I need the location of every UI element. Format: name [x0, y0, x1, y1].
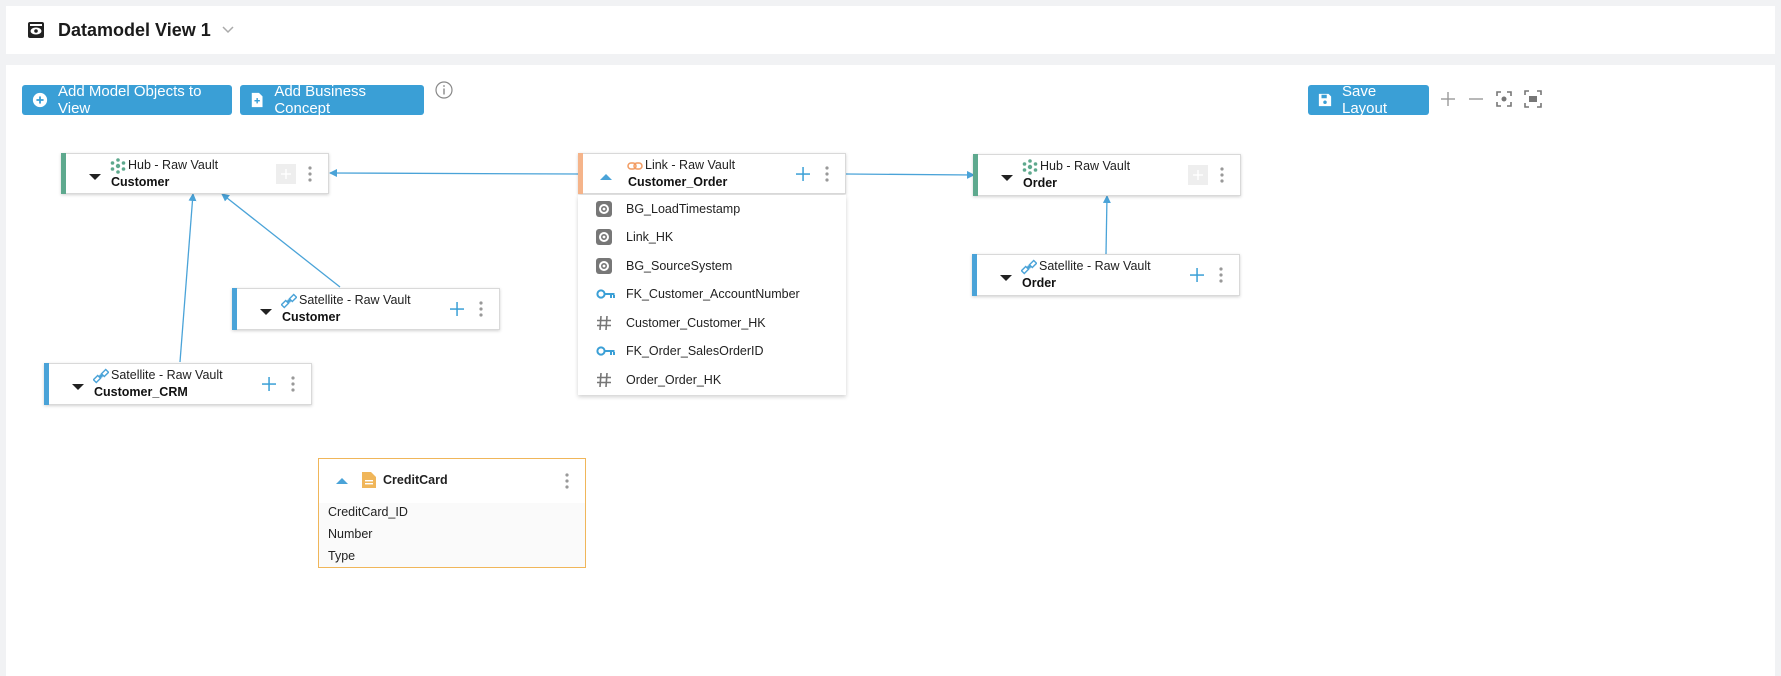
hash-icon — [597, 315, 611, 331]
more-options-icon[interactable] — [1218, 165, 1226, 185]
caret-up-icon[interactable] — [335, 477, 349, 485]
attribute-name: FK_Order_SalesOrderID — [626, 344, 764, 358]
satellite-icon — [1021, 259, 1037, 275]
node-type-label: Link - Raw Vault — [645, 158, 736, 172]
node-type-label: Hub - Raw Vault — [128, 158, 219, 172]
caret-down-icon[interactable] — [71, 383, 85, 391]
attribute-name: BG_LoadTimestamp — [626, 202, 741, 216]
hub-icon — [1022, 159, 1038, 175]
node-type-label: Hub - Raw Vault — [1040, 159, 1131, 173]
business-concept-creditcard[interactable]: CreditCard CreditCard_ID Number Type — [318, 458, 586, 568]
edge-sat-order-to-hub[interactable] — [1102, 195, 1111, 255]
node-name: Customer — [282, 310, 341, 324]
more-options-icon[interactable] — [289, 374, 297, 394]
node-name: Order — [1022, 276, 1057, 290]
node-type-bar — [973, 154, 978, 196]
node-name: Order — [1023, 176, 1058, 190]
node-type-bar — [972, 254, 977, 296]
add-attribute-button[interactable] — [793, 164, 813, 184]
node-satellite-customer-crm[interactable]: Satellite - Raw Vault Customer_CRM — [44, 363, 312, 405]
attribute-name[interactable]: Number — [328, 527, 372, 541]
more-options-icon[interactable] — [823, 164, 831, 184]
edge-link-to-hub-customer[interactable] — [329, 169, 579, 178]
gear-icon — [596, 201, 612, 217]
node-type-label: Satellite - Raw Vault — [299, 293, 411, 307]
edge-sat-customer-to-hub[interactable] — [221, 193, 341, 288]
attribute-name: Link_HK — [626, 230, 674, 244]
node-name: Customer — [111, 175, 170, 189]
caret-down-icon[interactable] — [999, 274, 1013, 282]
document-icon — [362, 472, 376, 488]
gear-icon — [596, 229, 612, 245]
add-attribute-button[interactable] — [259, 374, 279, 394]
node-name: Customer_CRM — [94, 385, 188, 399]
node-type-bar — [578, 153, 583, 194]
hub-icon — [110, 158, 126, 174]
more-options-icon[interactable] — [563, 471, 571, 491]
caret-down-icon[interactable] — [259, 308, 273, 316]
edge-sat-crm-to-hub[interactable] — [179, 193, 197, 363]
node-link-customer-order[interactable]: Link - Raw Vault Customer_Order — [578, 153, 846, 194]
add-attribute-button[interactable] — [1187, 265, 1207, 285]
link-attribute-list: BG_LoadTimestamp Link_HK BG_SourceSystem… — [578, 195, 846, 395]
attribute-name[interactable]: Type — [328, 549, 355, 563]
node-satellite-order[interactable]: Satellite - Raw Vault Order — [972, 254, 1240, 296]
business-concept-name: CreditCard — [383, 473, 448, 487]
node-type-bar — [44, 363, 49, 405]
key-icon — [596, 346, 615, 356]
attribute-row[interactable]: FK_Customer_AccountNumber — [578, 280, 846, 308]
edge-link-to-hub-order[interactable] — [845, 170, 975, 179]
edges-layer — [179, 169, 1111, 363]
node-hub-customer[interactable]: Hub - Raw Vault Customer — [61, 153, 329, 194]
hash-icon — [597, 372, 611, 388]
node-hub-order[interactable]: Hub - Raw Vault Order — [973, 154, 1241, 196]
attribute-name[interactable]: CreditCard_ID — [328, 505, 408, 519]
node-name: Customer_Order — [628, 175, 728, 189]
satellite-icon — [93, 368, 109, 384]
attribute-row[interactable]: Customer_Customer_HK — [578, 309, 846, 337]
caret-down-icon[interactable] — [88, 173, 102, 181]
link-icon — [627, 162, 643, 170]
attribute-name: Customer_Customer_HK — [626, 316, 766, 330]
attribute-row[interactable]: Link_HK — [578, 223, 846, 251]
node-type-label: Satellite - Raw Vault — [1039, 259, 1151, 273]
node-type-bar — [232, 288, 237, 330]
more-options-icon[interactable] — [1217, 265, 1225, 285]
caret-up-icon[interactable] — [599, 173, 613, 181]
add-attribute-button[interactable] — [276, 164, 296, 184]
attribute-row[interactable]: FK_Order_SalesOrderID — [578, 337, 846, 365]
node-type-label: Satellite - Raw Vault — [111, 368, 223, 382]
attribute-row[interactable]: BG_SourceSystem — [578, 252, 846, 280]
attribute-name: Order_Order_HK — [626, 373, 722, 387]
attribute-name: BG_SourceSystem — [626, 259, 733, 273]
more-options-icon[interactable] — [306, 164, 314, 184]
node-type-bar — [61, 153, 66, 194]
key-icon — [596, 289, 615, 299]
satellite-icon — [281, 293, 297, 309]
caret-down-icon[interactable] — [1000, 174, 1014, 182]
more-options-icon[interactable] — [477, 299, 485, 319]
gear-icon — [596, 258, 612, 274]
add-attribute-button[interactable] — [447, 299, 467, 319]
attribute-row[interactable]: Order_Order_HK — [578, 366, 846, 394]
attribute-name: FK_Customer_AccountNumber — [626, 287, 800, 301]
attribute-row[interactable]: BG_LoadTimestamp — [578, 195, 846, 223]
add-attribute-button[interactable] — [1188, 165, 1208, 185]
node-satellite-customer[interactable]: Satellite - Raw Vault Customer — [232, 288, 500, 330]
